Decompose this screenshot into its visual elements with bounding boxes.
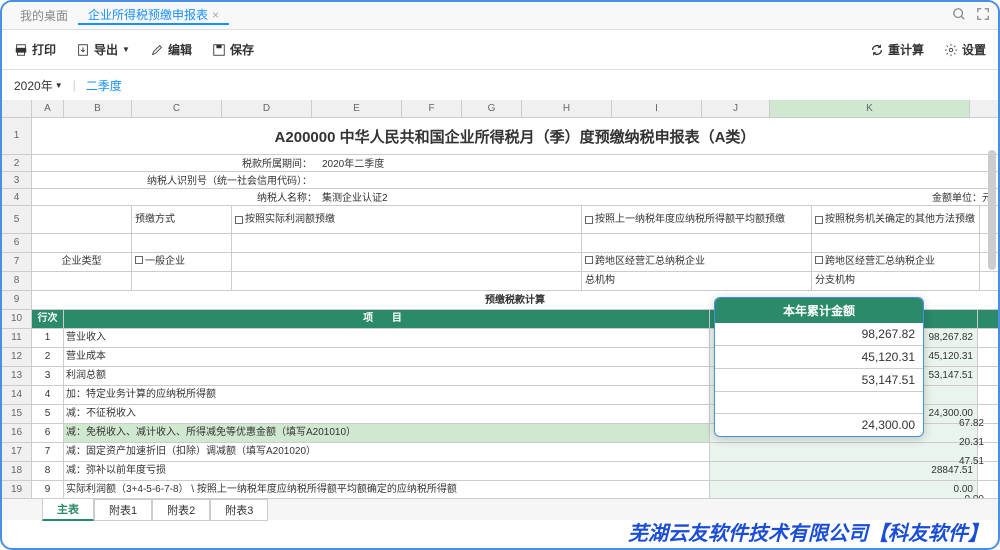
row-item: 减：不征税收入: [64, 405, 710, 423]
table-row[interactable]: 199实际利润额（3+4-5-6-7-8） \ 按照上一纳税年度应纳税所得额平均…: [2, 481, 998, 498]
row-number: 9: [32, 481, 64, 498]
checkbox-icon: [815, 216, 823, 224]
watermark: 芜湖云友软件技术有限公司【科友软件】: [628, 517, 988, 546]
period-label: 税款所属期间：: [242, 155, 312, 170]
filter-bar: 2020年 ▼ | 二季度: [2, 70, 998, 100]
form-title: A200000 中华人民共和国企业所得税月（季）度预缴纳税申报表（A类）: [32, 118, 998, 154]
sheet-tab-2[interactable]: 附表2: [152, 499, 210, 521]
year-selector[interactable]: 2020年 ▼: [14, 77, 63, 94]
export-button[interactable]: 导出▼: [76, 41, 130, 58]
quarter-selector[interactable]: 二季度: [86, 77, 122, 94]
sheet-tab-1[interactable]: 附表1: [94, 499, 152, 521]
row-value[interactable]: 0.00: [710, 481, 978, 498]
taxpayer-name-label: 纳税人名称：: [257, 189, 317, 204]
row-number: 4: [32, 386, 64, 404]
popup-value[interactable]: [715, 392, 923, 414]
sheet-tab-3[interactable]: 附表3: [210, 499, 268, 521]
row-number: 6: [32, 424, 64, 442]
chevron-down-icon: ▼: [122, 45, 130, 54]
row-number: 7: [32, 443, 64, 461]
settings-button[interactable]: 设置: [944, 41, 986, 58]
tab-bar: 我的桌面 企业所得税预缴申报表×: [2, 2, 998, 30]
checkbox-icon: [815, 256, 823, 264]
amount-popup: 本年累计金额 98,267.82 45,120.31 53,147.51 24,…: [714, 297, 924, 437]
toolbar: 打印 导出▼ 编辑 保存 重计算 设置: [2, 30, 998, 70]
row-item: 减：弥补以前年度亏损: [64, 462, 710, 480]
checkbox-icon: [235, 216, 243, 224]
popup-value[interactable]: 24,300.00: [715, 414, 923, 436]
row-number: 8: [32, 462, 64, 480]
chevron-down-icon: ▼: [55, 81, 63, 90]
row-number: 5: [32, 405, 64, 423]
popup-header: 本年累计金额: [715, 298, 923, 323]
search-icon[interactable]: [952, 7, 966, 24]
popup-value[interactable]: 53,147.51: [715, 369, 923, 392]
row-value[interactable]: [710, 443, 978, 461]
partial-values-behind: 67.8220.3147.510.00: [959, 414, 984, 509]
print-button[interactable]: 打印: [14, 41, 56, 58]
row-number: 1: [32, 329, 64, 347]
column-headers: A B C D E F G H I J K: [2, 100, 998, 118]
row-value[interactable]: 28847.51: [710, 462, 978, 480]
row-number: 3: [32, 367, 64, 385]
period-value: 2020年二季度: [322, 155, 384, 170]
row-item: 营业收入: [64, 329, 710, 347]
close-icon[interactable]: ×: [212, 8, 219, 22]
popup-value[interactable]: 98,267.82: [715, 323, 923, 346]
table-row[interactable]: 177减：固定资产加速折旧（扣除）调减额（填写A201020）: [2, 443, 998, 462]
unit-label: 金额单位：元: [932, 189, 992, 204]
row-item: 加：特定业务计算的应纳税所得额: [64, 386, 710, 404]
row-item: 利润总额: [64, 367, 710, 385]
row-item: 减：固定资产加速折旧（扣除）调减额（填写A201020）: [64, 443, 710, 461]
fullscreen-icon[interactable]: [976, 7, 990, 24]
checkbox-icon: [585, 256, 593, 264]
taxpayer-id-label: 纳税人识别号（统一社会信用代码）：: [147, 172, 312, 187]
checkbox-icon: [585, 216, 593, 224]
table-row[interactable]: 188减：弥补以前年度亏损28847.51: [2, 462, 998, 481]
tab-active[interactable]: 企业所得税预缴申报表×: [78, 6, 229, 25]
scrollbar-vertical[interactable]: [988, 150, 996, 270]
sheet-tab-main[interactable]: 主表: [42, 498, 94, 521]
edit-button[interactable]: 编辑: [150, 41, 192, 58]
recalc-button[interactable]: 重计算: [870, 41, 924, 58]
row-item: 营业成本: [64, 348, 710, 366]
row-item: 实际利润额（3+4-5-6-7-8） \ 按照上一纳税年度应纳税所得额平均额确定…: [64, 481, 710, 498]
row-number: 2: [32, 348, 64, 366]
checkbox-icon: [135, 256, 143, 264]
taxpayer-name-value: 集测企业认证2: [322, 189, 388, 204]
save-button[interactable]: 保存: [212, 41, 254, 58]
row-item: 减：免税收入、减计收入、所得减免等优惠金额（填写A201010）: [64, 424, 710, 442]
popup-value[interactable]: 45,120.31: [715, 346, 923, 369]
tab-desktop[interactable]: 我的桌面: [10, 7, 78, 24]
